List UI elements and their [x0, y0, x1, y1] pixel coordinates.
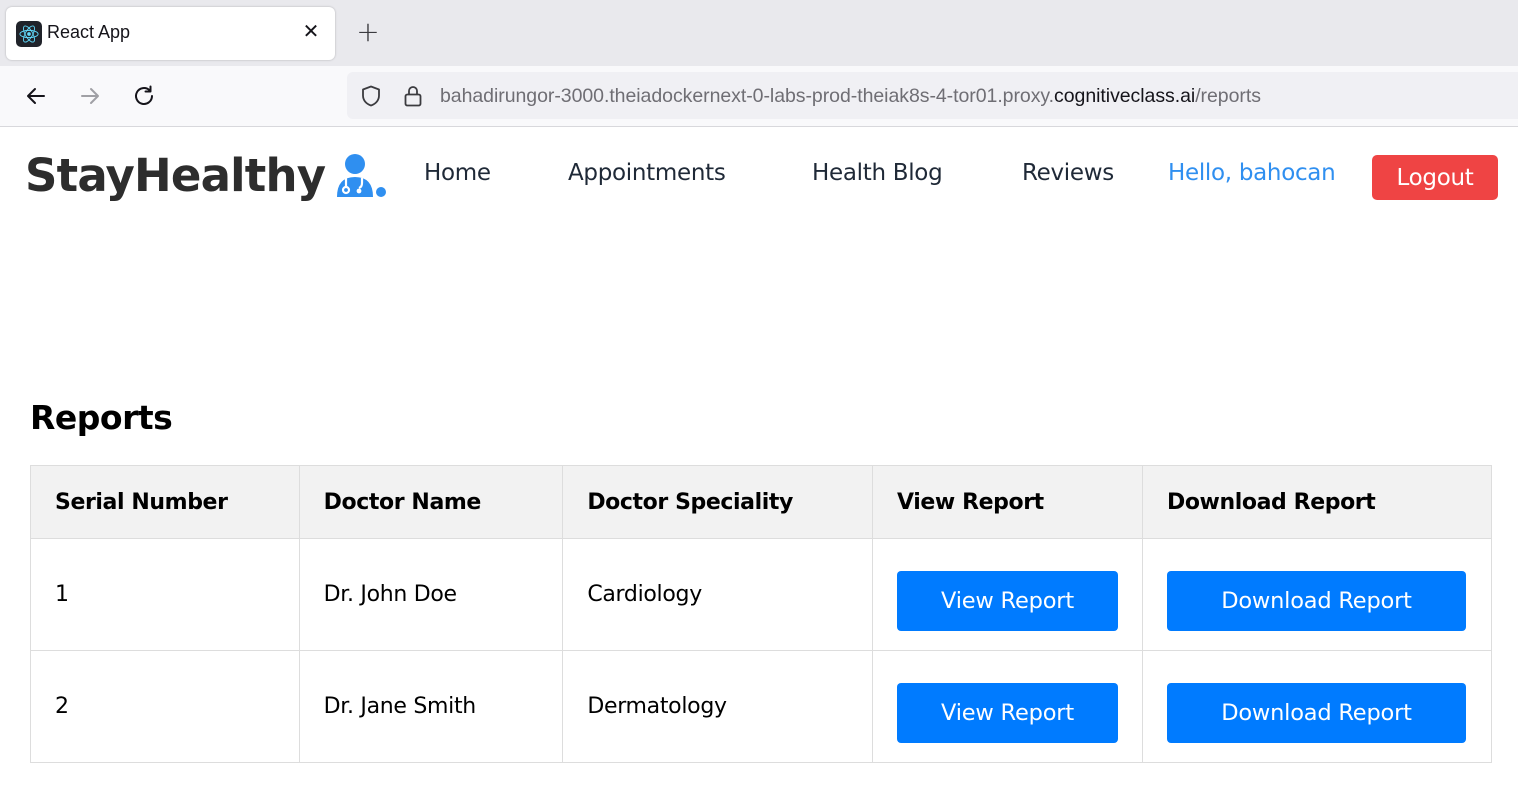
url-bar[interactable]: bahadirungor-3000.theiadockernext-0-labs… [347, 72, 1518, 119]
close-tab-icon[interactable]: ✕ [300, 20, 322, 42]
tab-title: React App [47, 22, 131, 42]
cell-download-report: Download Report [1141, 650, 1493, 763]
column-header-download-report: Download Report [1141, 465, 1493, 539]
reload-icon[interactable] [129, 81, 159, 111]
logout-button[interactable]: Logout [1372, 155, 1498, 200]
column-header-view-report: View Report [871, 465, 1143, 539]
browser-tab[interactable]: React App ✕ [6, 7, 335, 60]
site-header: StayHealthy Home Appointments Health Blo… [0, 127, 1518, 227]
cell-speciality: Cardiology [562, 538, 873, 651]
shield-icon[interactable] [359, 84, 383, 108]
url-prefix: bahadirungor-3000.theiadockernext-0-labs… [440, 85, 1055, 107]
table-row: 2 Dr. Jane Smith Dermatology View Report… [30, 650, 1493, 763]
download-report-button[interactable]: Download Report [1166, 571, 1466, 631]
column-header-serial-number: Serial Number [30, 465, 300, 539]
cell-view-report: View Report [871, 538, 1143, 651]
nav-reviews[interactable]: Reviews [1022, 160, 1114, 186]
lock-icon[interactable] [401, 84, 425, 108]
view-report-button[interactable]: View Report [896, 571, 1118, 631]
react-logo-icon [16, 21, 42, 47]
new-tab-icon[interactable]: + [354, 18, 382, 46]
cell-speciality: Dermatology [562, 650, 873, 763]
reports-table: Serial Number Doctor Name Doctor Special… [30, 465, 1493, 763]
cell-doctor-name: Dr. John Doe [298, 538, 564, 651]
view-report-button[interactable]: View Report [896, 683, 1118, 743]
url-domain: cognitiveclass.ai [1054, 85, 1196, 107]
cell-doctor-name: Dr. Jane Smith [298, 650, 564, 763]
forward-arrow-icon[interactable] [75, 81, 105, 111]
browser-nav-bar: bahadirungor-3000.theiadockernext-0-labs… [0, 66, 1518, 127]
logo-text: StayHealthy [25, 148, 326, 202]
nav-health-blog[interactable]: Health Blog [812, 160, 943, 186]
cell-serial: 1 [30, 538, 300, 651]
back-arrow-icon[interactable] [21, 81, 51, 111]
table-row: 1 Dr. John Doe Cardiology View Report Do… [30, 538, 1493, 651]
cell-view-report: View Report [871, 650, 1143, 763]
table-header-row: Serial Number Doctor Name Doctor Special… [30, 465, 1493, 539]
nav-home[interactable]: Home [424, 160, 491, 186]
nav-appointments[interactable]: Appointments [568, 160, 726, 186]
browser-tab-bar: React App ✕ + [0, 0, 1518, 66]
doctor-icon [335, 153, 387, 203]
column-header-doctor-speciality: Doctor Speciality [562, 465, 873, 539]
url-path: /reports [1195, 85, 1261, 107]
logo[interactable]: StayHealthy [25, 147, 387, 203]
column-header-doctor-name: Doctor Name [298, 465, 564, 539]
cell-download-report: Download Report [1141, 538, 1493, 651]
cell-serial: 2 [30, 650, 300, 763]
page-title: Reports [30, 398, 173, 437]
download-report-button[interactable]: Download Report [1166, 683, 1466, 743]
user-greeting[interactable]: Hello, bahocan [1168, 160, 1336, 186]
url-text[interactable]: bahadirungor-3000.theiadockernext-0-labs… [440, 85, 1261, 108]
